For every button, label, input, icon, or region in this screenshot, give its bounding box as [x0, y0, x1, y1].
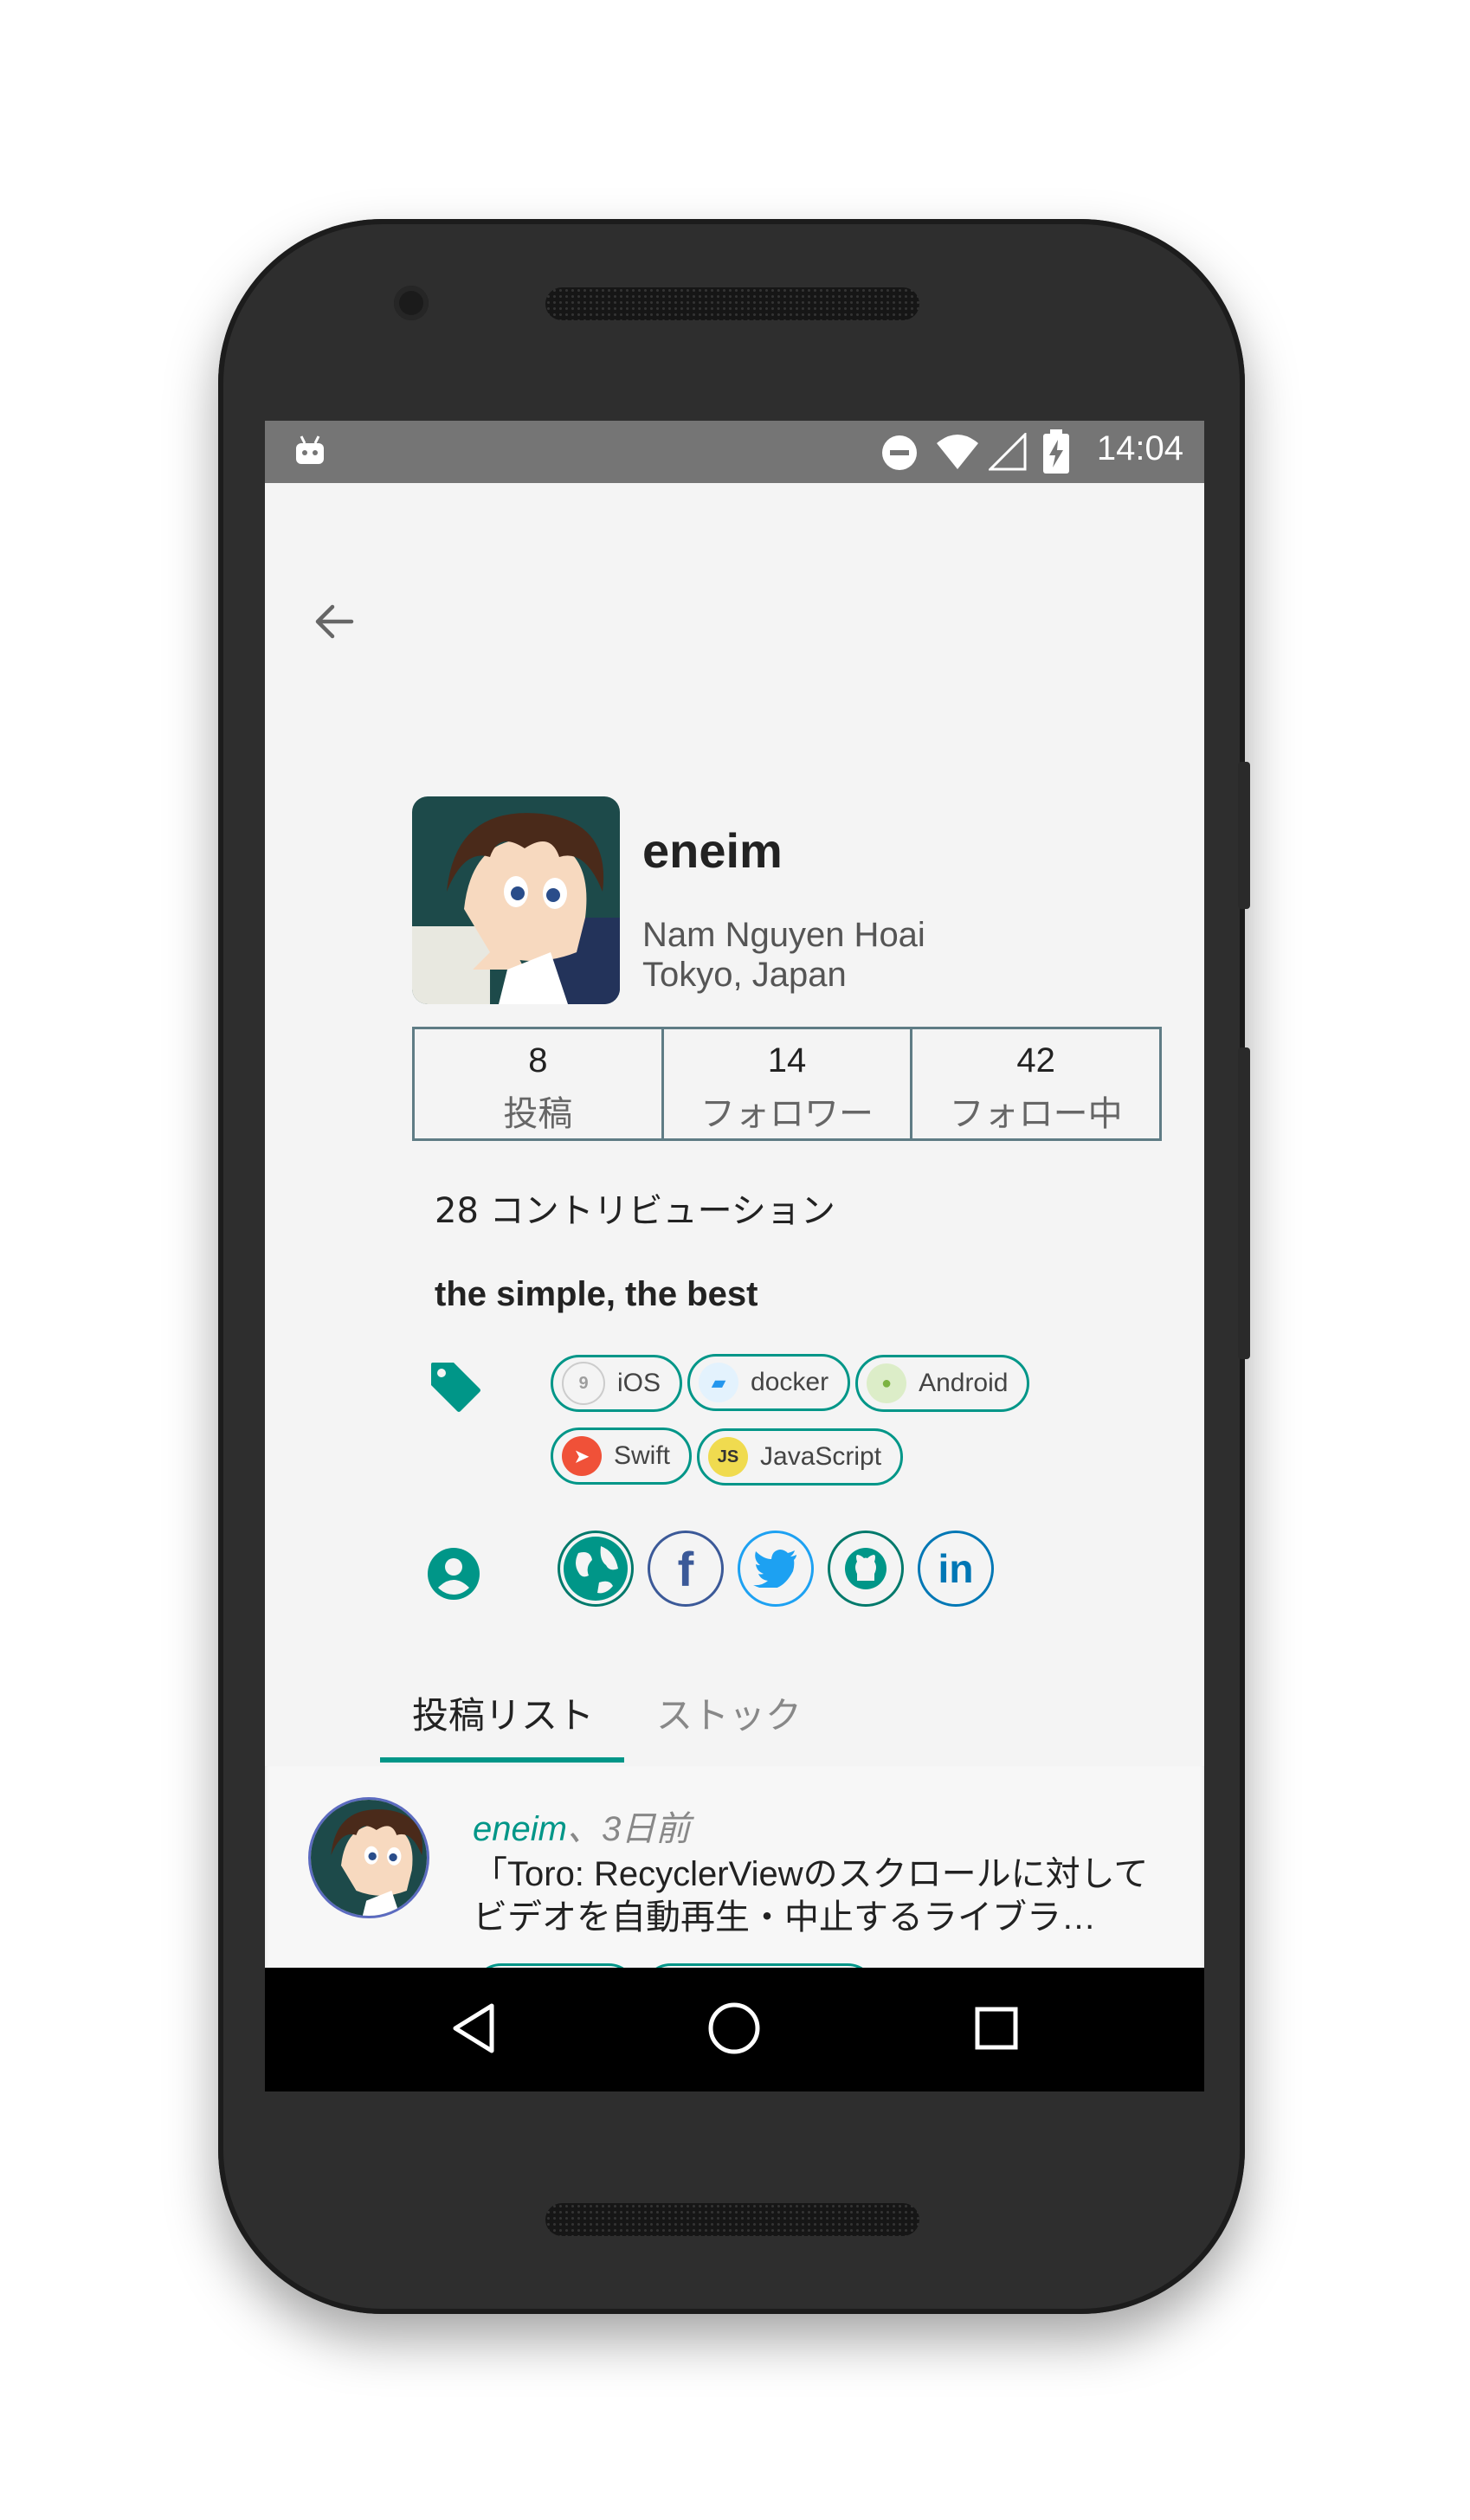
post-time: 、3日前	[566, 1810, 691, 1848]
screen: 14:04 eneim Nam Nguyen Hoai Tokyo, Japan	[265, 421, 1204, 2091]
stat-followers[interactable]: 14 フォロワー	[664, 1029, 913, 1138]
tag-icon	[431, 1363, 480, 1412]
back-arrow-icon[interactable]	[308, 596, 360, 648]
docker-icon: ▰	[699, 1363, 739, 1402]
navigation-bar	[265, 1968, 1204, 2091]
cell-signal-icon	[989, 433, 1027, 471]
profile-avatar[interactable]	[412, 796, 620, 1004]
stat-following[interactable]: 42 フォロー中	[912, 1029, 1159, 1138]
volume-button	[1238, 1047, 1250, 1359]
twitter-icon[interactable]	[738, 1531, 814, 1607]
power-button	[1238, 762, 1250, 909]
tag-chip-javascript[interactable]: JS JavaScript	[697, 1428, 904, 1486]
nav-home-icon[interactable]	[706, 2001, 762, 2056]
javascript-icon: JS	[708, 1437, 749, 1477]
contributions: 28 コントリビューション	[435, 1191, 835, 1231]
globe-icon[interactable]	[558, 1531, 634, 1607]
nav-back-icon[interactable]	[448, 2001, 500, 2056]
android-debug-icon	[296, 435, 324, 464]
stat-followers-count: 14	[767, 1041, 807, 1080]
tag-label: iOS	[617, 1369, 661, 1397]
social-links: f in	[558, 1531, 994, 1607]
tab-posts[interactable]: 投稿リスト	[412, 1686, 594, 1739]
status-bar: 14:04	[265, 421, 1204, 483]
stat-followers-label: フォロワー	[700, 1094, 874, 1134]
wifi-icon	[937, 435, 978, 469]
facebook-icon[interactable]: f	[648, 1531, 724, 1607]
do-not-disturb-icon	[882, 435, 917, 470]
ios-icon: 9	[562, 1362, 605, 1405]
post-author[interactable]: eneim	[473, 1810, 567, 1848]
status-time: 14:04	[1096, 429, 1183, 467]
post-title[interactable]: 「Toro: RecyclerViewのスクロールに対してビデオを自動再生・中止…	[473, 1853, 1165, 1939]
tab-indicator	[380, 1757, 624, 1763]
tab-bar: 投稿リスト ストック	[265, 1652, 1204, 1763]
linkedin-icon[interactable]: in	[918, 1531, 994, 1607]
top-speaker	[545, 287, 919, 320]
stats-box: 8 投稿 14 フォロワー 42 フォロー中	[412, 1027, 1162, 1141]
tag-list: 9 iOS ▰ docker ● Android ➤ Swift JS Java…	[551, 1354, 1087, 1501]
tag-chip-android[interactable]: ● Android	[855, 1355, 1030, 1412]
tab-stock[interactable]: ストック	[656, 1686, 802, 1739]
nav-recents-icon[interactable]	[970, 2001, 1022, 2056]
username: eneim	[642, 823, 783, 878]
real-name: Nam Nguyen Hoai	[642, 916, 925, 954]
location: Tokyo, Japan	[642, 956, 847, 994]
battery-charging-icon	[1043, 429, 1069, 474]
android-icon: ●	[867, 1363, 907, 1403]
swift-icon: ➤	[562, 1436, 602, 1476]
tag-chip-docker[interactable]: ▰ docker	[687, 1354, 851, 1411]
stat-posts[interactable]: 8 投稿	[415, 1029, 664, 1138]
tag-label: JavaScript	[760, 1442, 882, 1471]
tag-label: Swift	[614, 1441, 671, 1470]
person-icon	[428, 1548, 480, 1600]
post-author-avatar[interactable]	[308, 1797, 429, 1918]
front-camera	[394, 286, 429, 320]
tag-chip-ios[interactable]: 9 iOS	[551, 1355, 683, 1412]
github-icon[interactable]	[828, 1531, 904, 1607]
stat-following-count: 42	[1016, 1041, 1055, 1080]
stat-posts-count: 8	[528, 1041, 548, 1080]
tag-label: Android	[919, 1369, 1009, 1397]
bio: the simple, the best	[435, 1275, 758, 1313]
stat-following-label: フォロー中	[949, 1094, 1123, 1134]
tag-label: docker	[751, 1368, 829, 1396]
profile-content: eneim Nam Nguyen Hoai Tokyo, Japan 8 投稿 …	[265, 483, 1204, 2091]
bottom-speaker	[545, 2203, 919, 2236]
tag-chip-swift[interactable]: ➤ Swift	[551, 1428, 693, 1485]
post-meta: eneim、3日前	[473, 1801, 690, 1851]
stat-posts-label: 投稿	[503, 1094, 573, 1134]
